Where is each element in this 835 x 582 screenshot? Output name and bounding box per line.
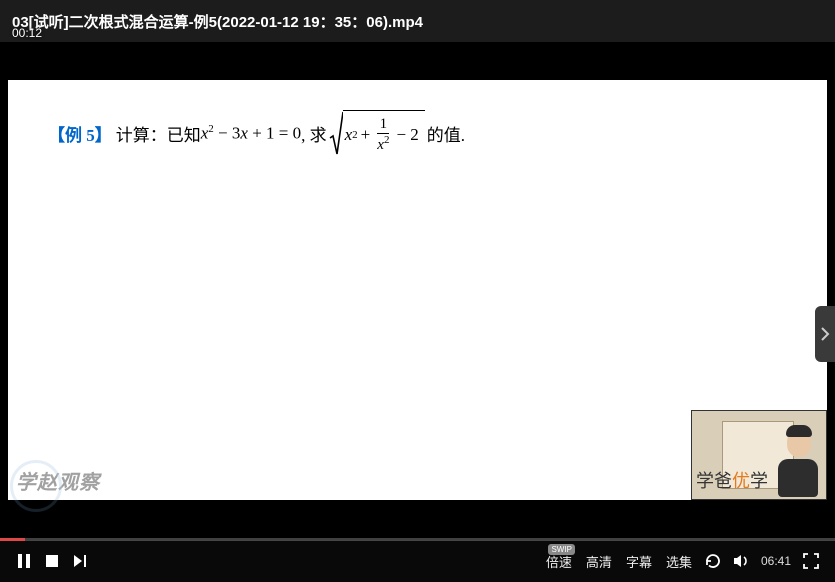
video-title: 03[试听]二次根式混合运算-例5(2022-01-12 19：35：06).m… — [12, 11, 423, 32]
loop-icon — [704, 552, 722, 570]
next-button[interactable] — [66, 547, 94, 575]
stop-icon — [45, 554, 59, 568]
time-duration: 06:41 — [761, 554, 791, 568]
problem-tail: 的值. — [427, 121, 465, 146]
quality-button[interactable]: 高清 — [586, 552, 612, 571]
picture-in-picture[interactable]: 学爸优学 — [691, 410, 827, 500]
fullscreen-button[interactable] — [797, 547, 825, 575]
next-icon — [72, 553, 88, 569]
frac-numerator: 1 — [380, 117, 388, 133]
example-tag: 【例 5】 — [48, 121, 112, 146]
subtitle-button[interactable]: 字幕 — [626, 552, 652, 571]
playlist-button[interactable]: 选集 — [666, 552, 692, 571]
chevron-right-icon — [820, 326, 830, 342]
loop-button[interactable] — [699, 547, 727, 575]
volume-icon — [732, 552, 750, 570]
video-controls: 倍速 SWIP 高清 字幕 选集 06:41 — [0, 540, 835, 582]
swipe-badge: SWIP — [548, 544, 574, 555]
problem-mid: , 求 — [301, 121, 327, 146]
playback-rate-button[interactable]: 倍速 SWIP — [546, 552, 572, 571]
progress-bar[interactable] — [0, 538, 835, 541]
time-current-overlay: 00:12 — [12, 26, 42, 40]
square-root: x2+ 1 x2 − 2 — [329, 110, 425, 156]
fullscreen-icon — [803, 553, 819, 569]
volume-button[interactable] — [727, 547, 755, 575]
pip-watermark: 学爸优学 — [696, 467, 768, 493]
pause-icon — [16, 553, 32, 569]
watermark-left: 学赵观察 — [16, 466, 100, 495]
video-stage[interactable]: 【例 5】 计算：已知 x2 − 3x + 1 = 0 , 求 x2+ 1 x2 — [0, 42, 835, 540]
stop-button[interactable] — [38, 547, 66, 575]
side-panel-handle[interactable] — [815, 306, 835, 362]
problem-text: 【例 5】 计算：已知 x2 − 3x + 1 = 0 , 求 x2+ 1 x2 — [48, 110, 465, 156]
pause-button[interactable] — [10, 547, 38, 575]
problem-lead: 计算：已知 — [116, 121, 201, 146]
